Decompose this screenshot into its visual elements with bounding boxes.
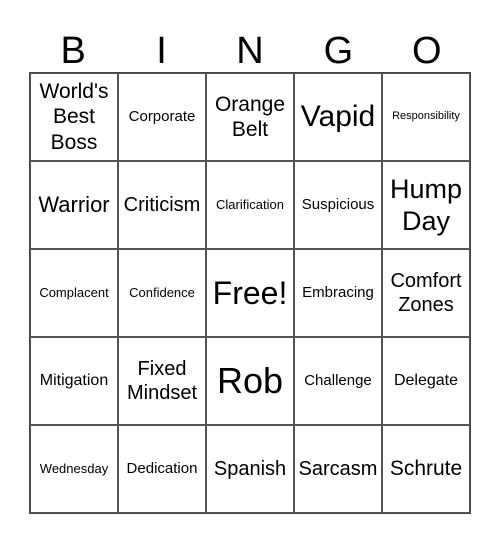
bingo-cell[interactable]: Warrior [30,161,118,249]
free-space[interactable]: Free! [206,249,294,337]
bingo-cell[interactable]: Schrute [382,425,470,513]
bingo-cell[interactable]: Vapid [294,73,382,161]
bingo-cell[interactable]: Dedication [118,425,206,513]
bingo-cell[interactable]: Criticism [118,161,206,249]
bingo-header: B I N G O [29,30,471,72]
bingo-cell[interactable]: Delegate [382,337,470,425]
bingo-cell[interactable]: Responsibility [382,73,470,161]
bingo-cell[interactable]: Rob [206,337,294,425]
header-letter-g: G [323,30,354,72]
bingo-cell[interactable]: Fixed Mindset [118,337,206,425]
bingo-cell[interactable]: Suspicious [294,161,382,249]
bingo-cell[interactable]: Corporate [118,73,206,161]
bingo-cell[interactable]: Embracing [294,249,382,337]
bingo-cell[interactable]: Hump Day [382,161,470,249]
header-letter-o: O [411,30,442,72]
bingo-cell[interactable]: Comfort Zones [382,249,470,337]
bingo-cell[interactable]: Complacent [30,249,118,337]
bingo-cell[interactable]: Challenge [294,337,382,425]
bingo-cell[interactable]: Sarcasm [294,425,382,513]
header-letter-b: B [60,30,86,72]
bingo-cell[interactable]: World's Best Boss [30,73,118,161]
bingo-cell[interactable]: Orange Belt [206,73,294,161]
bingo-cell[interactable]: Clarification [206,161,294,249]
header-letter-i: I [156,30,167,72]
bingo-cell[interactable]: Mitigation [30,337,118,425]
header-letter-n: N [236,30,264,72]
bingo-cell[interactable]: Wednesday [30,425,118,513]
bingo-grid: World's Best Boss Corporate Orange Belt … [29,72,471,514]
bingo-cell[interactable]: Confidence [118,249,206,337]
bingo-cell[interactable]: Spanish [206,425,294,513]
